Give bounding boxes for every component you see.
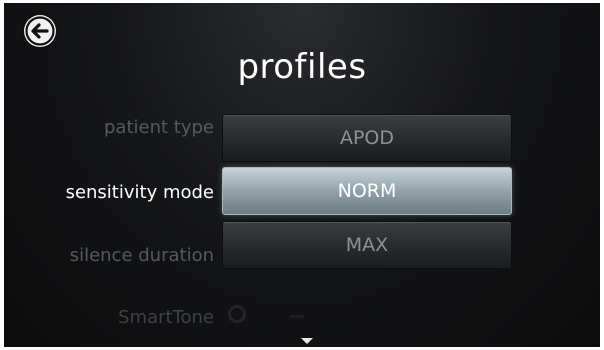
patient-type-value: APOD (339, 127, 395, 149)
smarttone-divider (290, 315, 304, 318)
sensitivity-mode-label: sensitivity mode (65, 182, 214, 203)
page-title: profiles (237, 47, 367, 87)
patient-type-button[interactable]: APOD (222, 114, 512, 162)
silence-duration-value: MAX (345, 234, 389, 256)
silence-duration-button[interactable]: MAX (222, 221, 512, 269)
back-arrow-icon (25, 16, 55, 46)
back-button[interactable] (24, 15, 56, 47)
scroll-down-arrow-icon[interactable] (301, 338, 313, 344)
patient-type-label: patient type (104, 117, 214, 138)
sensitivity-mode-value: NORM (337, 180, 397, 202)
smarttone-toggle-icon[interactable] (228, 305, 246, 323)
silence-duration-label: silence duration (69, 245, 214, 266)
smarttone-label: SmartTone (118, 307, 214, 328)
sensitivity-mode-button[interactable]: NORM (222, 167, 512, 215)
profiles-screen: profiles patient type APOD sensitivity m… (4, 3, 600, 347)
